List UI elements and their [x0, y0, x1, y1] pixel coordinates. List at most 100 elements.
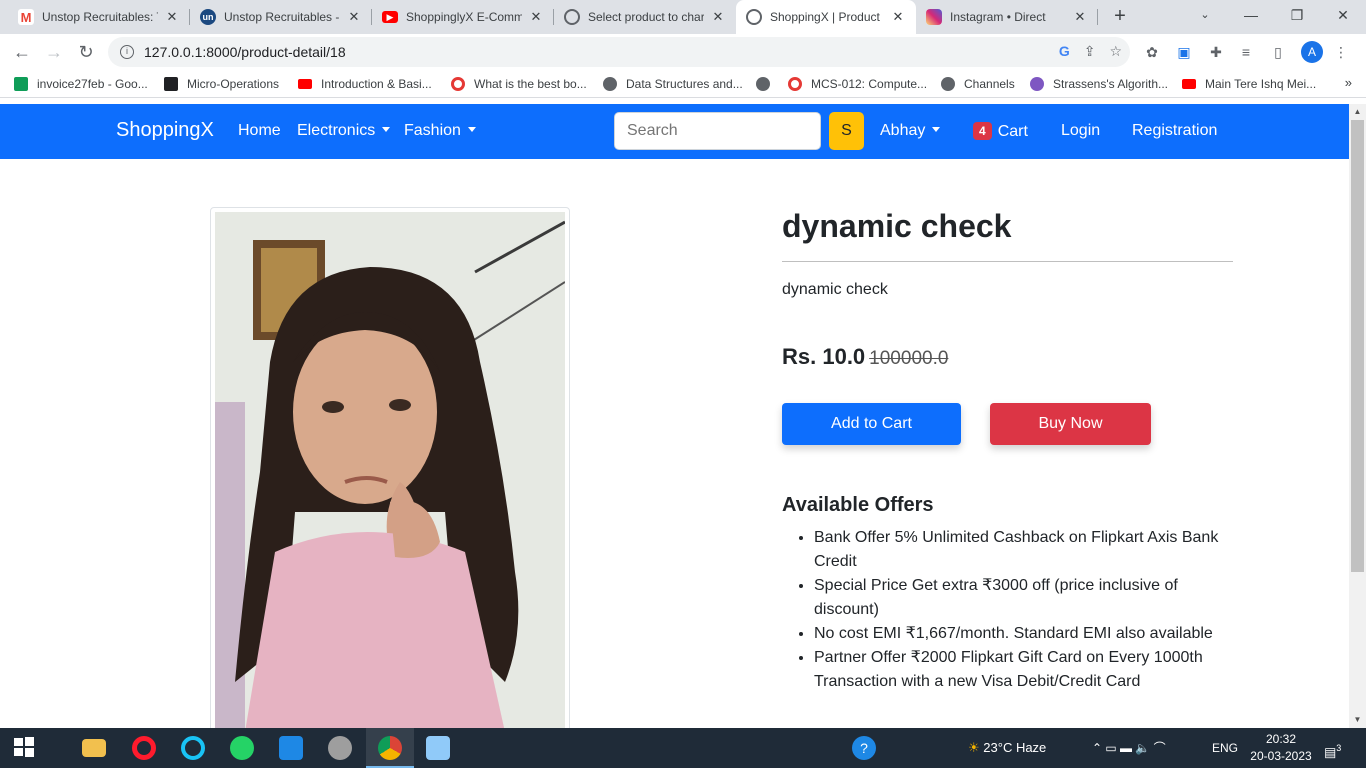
scroll-up-icon[interactable]: ▲	[1349, 104, 1366, 120]
notification-icon: ▤	[1324, 744, 1337, 760]
share-icon[interactable]: ⇪	[1084, 43, 1096, 60]
close-window-button[interactable]: ✕	[1320, 0, 1366, 30]
page-scrollbar[interactable]: ▲ ▼	[1349, 104, 1366, 728]
reload-button[interactable]: ↻	[74, 40, 98, 64]
nav-registration-link[interactable]: Registration	[1132, 122, 1217, 140]
whatsapp-icon[interactable]	[230, 736, 254, 760]
browser-tab[interactable]: M Unstop Recruitables: T ✕	[8, 0, 190, 34]
bookmarks-bar: invoice27feb - Goo... Micro-Operations I…	[0, 70, 1366, 98]
close-icon[interactable]: ✕	[346, 9, 362, 25]
add-to-cart-button[interactable]: Add to Cart	[782, 403, 961, 445]
help-icon[interactable]: ?	[852, 736, 876, 760]
system-tray-icons[interactable]: ⌃ ▭ ▬ 🔈 ⌒	[1092, 728, 1166, 768]
weather-widget[interactable]: ☀ 23°C Haze	[968, 728, 1046, 768]
offer-item: Bank Offer 5% Unlimited Cashback on Flip…	[814, 526, 1234, 574]
browser-tab-active[interactable]: ShoppingX | Product D ✕	[736, 0, 916, 34]
menu-icon[interactable]: ⋮	[1332, 43, 1350, 61]
bookmark-item[interactable]: Strassens's Algorith...	[1030, 75, 1168, 93]
brand-logo[interactable]: ShoppingX	[116, 119, 214, 142]
photos-icon[interactable]	[328, 736, 352, 760]
current-price: Rs. 10.0	[782, 344, 866, 369]
offer-item: Special Price Get extra ₹3000 off (price…	[814, 574, 1234, 622]
url-text[interactable]: 127.0.0.1:8000/product-detail/18	[144, 44, 346, 60]
bookmark-item[interactable]: MCS-012: Compute...	[788, 75, 927, 93]
bookmark-item[interactable]: Micro-Operations	[164, 75, 279, 93]
bookmark-item[interactable]	[756, 75, 770, 93]
profile-avatar[interactable]: A	[1301, 41, 1323, 63]
browser-tab[interactable]: Instagram • Direct ✕	[916, 0, 1098, 34]
bookmark-item[interactable]: invoice27feb - Goo...	[14, 75, 148, 93]
vscode-icon[interactable]	[279, 736, 303, 760]
language-indicator[interactable]: ENG	[1212, 728, 1238, 768]
browser-tab[interactable]: un Unstop Recruitables - ✕	[190, 0, 372, 34]
nav-cart-link[interactable]: 4 Cart	[973, 122, 1028, 141]
side-panel-icon[interactable]: ▯	[1269, 43, 1287, 61]
globe-icon	[756, 77, 770, 91]
caret-down-icon	[382, 127, 391, 132]
search-input[interactable]	[614, 112, 821, 150]
divider	[782, 261, 1233, 262]
search-button[interactable]: S	[829, 112, 864, 150]
notifications-button[interactable]: ▤3	[1324, 728, 1341, 768]
caret-down-icon	[932, 127, 941, 132]
scroll-down-icon[interactable]: ▼	[1349, 712, 1366, 728]
address-bar[interactable]: i 127.0.0.1:8000/product-detail/18 G ⇪ ☆	[108, 37, 1130, 67]
forward-button[interactable]: →	[42, 40, 66, 64]
nav-electronics-dropdown[interactable]: Electronics	[297, 122, 391, 140]
sheets-icon	[14, 77, 28, 91]
bookmark-item[interactable]: Channels	[941, 75, 1015, 93]
bookmark-item[interactable]: Data Structures and...	[603, 75, 743, 93]
tab-title: Instagram • Direct	[950, 10, 1046, 24]
browser-tab[interactable]: Select product to char ✕	[554, 0, 736, 34]
globe-icon	[603, 77, 617, 91]
youtube-icon: ▶	[382, 11, 398, 23]
bookmark-icon	[164, 77, 178, 91]
close-icon[interactable]: ✕	[164, 9, 180, 25]
nav-fashion-dropdown[interactable]: Fashion	[404, 122, 476, 140]
tab-title: ShoppinglyX E-Comm	[406, 10, 522, 24]
weather-icon: ☀	[968, 740, 980, 755]
close-icon[interactable]: ✕	[1072, 9, 1088, 25]
restore-button[interactable]: ❐	[1274, 0, 1320, 30]
bookmark-item[interactable]: Main Tere Ishq Mei...	[1182, 75, 1316, 93]
site-info-icon[interactable]: i	[120, 45, 134, 59]
original-price: 100000.0	[869, 348, 949, 369]
nav-home-link[interactable]: Home	[238, 122, 281, 140]
clock[interactable]: 20:32 20-03-2023	[1248, 731, 1314, 765]
more-bookmarks-icon[interactable]: »	[1345, 75, 1352, 90]
youtube-icon	[298, 79, 312, 89]
tab-title: ShoppingX | Product D	[770, 10, 884, 24]
offer-item: Partner Offer ₹2000 Flipkart Gift Card o…	[814, 646, 1234, 694]
new-tab-button[interactable]: +	[1109, 6, 1131, 28]
target-icon	[788, 77, 802, 91]
close-icon[interactable]: ✕	[528, 9, 544, 25]
minimize-button[interactable]: —	[1228, 0, 1274, 30]
site-navbar: ShoppingX Home Electronics Fashion S Abh…	[0, 104, 1349, 159]
close-icon[interactable]: ✕	[890, 9, 906, 25]
scrollbar-thumb[interactable]	[1351, 120, 1364, 572]
bookmark-item[interactable]: What is the best bo...	[451, 75, 587, 93]
nav-login-link[interactable]: Login	[1061, 122, 1100, 140]
bookmark-item[interactable]: Introduction & Basi...	[298, 75, 432, 93]
reading-list-icon[interactable]: ≡	[1237, 43, 1255, 61]
google-lens-icon[interactable]: G	[1059, 43, 1070, 60]
chrome-icon[interactable]	[378, 736, 402, 760]
extension-icon[interactable]: ✿	[1143, 43, 1161, 61]
file-explorer-icon[interactable]	[82, 739, 106, 757]
back-button[interactable]: ←	[10, 40, 34, 64]
browser-tab[interactable]: ▶ ShoppinglyX E-Comm ✕	[372, 0, 554, 34]
nav-user-dropdown[interactable]: Abhay	[880, 122, 941, 140]
globe-icon	[746, 9, 762, 25]
cortana-icon[interactable]	[181, 736, 205, 760]
product-image-frame	[210, 207, 570, 737]
windows-start-icon[interactable]	[13, 736, 37, 760]
bookmark-star-icon[interactable]: ☆	[1109, 43, 1122, 60]
browser-toolbar: ← → ↻ i 127.0.0.1:8000/product-detail/18…	[0, 34, 1366, 70]
notepad-icon[interactable]	[426, 736, 450, 760]
opera-icon[interactable]	[132, 736, 156, 760]
media-icon[interactable]: ▣	[1175, 43, 1193, 61]
buy-now-button[interactable]: Buy Now	[990, 403, 1151, 445]
close-icon[interactable]: ✕	[710, 9, 726, 25]
tab-search-icon[interactable]: ⌄	[1182, 0, 1228, 30]
puzzle-icon[interactable]: ✚	[1207, 43, 1225, 61]
